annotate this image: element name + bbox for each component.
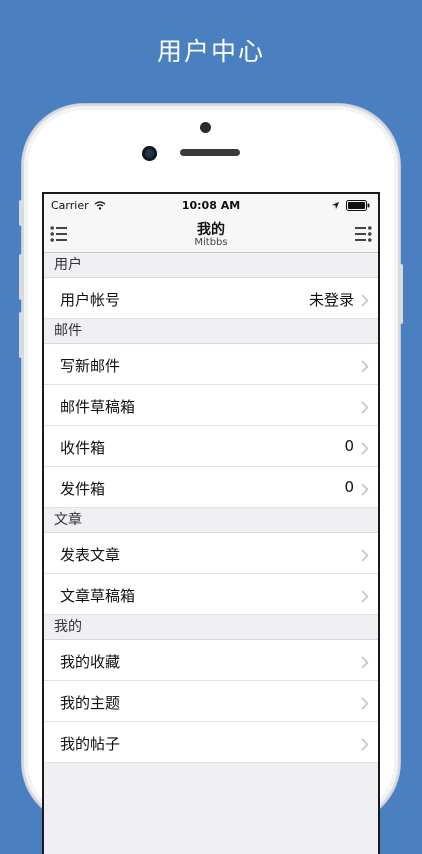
top-camera xyxy=(200,122,211,133)
phone-screen: Carrier 10:08 AM 我的 Mitbbs 用户 用户帐号 未登录 邮… xyxy=(44,194,378,854)
table-row[interactable]: 收件箱 0 xyxy=(44,426,378,467)
row-label: 我的收藏 xyxy=(60,653,121,671)
row-label: 我的主题 xyxy=(60,694,121,712)
front-camera xyxy=(142,146,157,161)
section-header: 邮件 xyxy=(44,319,378,344)
table-row[interactable]: 用户帐号 未登录 xyxy=(44,278,378,319)
row-value: 0 xyxy=(344,437,354,455)
section-header: 用户 xyxy=(44,253,378,278)
row-value: 0 xyxy=(344,478,354,496)
nav-subtitle: Mitbbs xyxy=(194,237,228,248)
status-bar: Carrier 10:08 AM xyxy=(44,194,378,216)
volume-up-button xyxy=(19,254,23,300)
chevron-right-icon xyxy=(361,654,369,673)
row-label: 邮件草稿箱 xyxy=(60,398,136,416)
table-row[interactable]: 写新邮件 xyxy=(44,344,378,385)
status-right-group xyxy=(331,200,370,211)
row-label: 发件箱 xyxy=(60,480,106,498)
section-header: 我的 xyxy=(44,615,378,640)
table-row[interactable]: 我的收藏 xyxy=(44,640,378,681)
table-row[interactable]: 邮件草稿箱 xyxy=(44,385,378,426)
nav-title: 我的 xyxy=(197,222,225,238)
promo-title: 用户中心 xyxy=(156,37,265,66)
chevron-right-icon xyxy=(361,399,369,418)
chevron-right-icon xyxy=(361,695,369,714)
settings-table: 用户用户帐号 未登录邮件写新邮件邮件草稿箱收件箱 0 发件箱 0 文章发表文章文章草稿箱我… xyxy=(44,253,378,763)
chevron-right-icon xyxy=(361,481,369,500)
row-label: 我的帖子 xyxy=(60,735,121,753)
battery-icon xyxy=(346,200,370,211)
row-label: 文章草稿箱 xyxy=(60,587,136,605)
chevron-right-icon xyxy=(361,736,369,755)
chevron-right-icon xyxy=(361,358,369,377)
volume-down-button xyxy=(19,312,23,358)
status-time: 10:08 AM xyxy=(181,199,241,212)
phone-frame: Carrier 10:08 AM 我的 Mitbbs 用户 用户帐号 未登录 邮… xyxy=(19,104,403,854)
row-value: 未登录 xyxy=(308,291,354,309)
chevron-right-icon xyxy=(361,440,369,459)
table-row[interactable]: 文章草稿箱 xyxy=(44,574,378,615)
row-label: 发表文章 xyxy=(60,546,121,564)
location-arrow-icon xyxy=(331,201,340,210)
power-button xyxy=(399,264,403,324)
mute-switch xyxy=(19,200,23,226)
chevron-right-icon xyxy=(361,292,369,311)
list-options-icon[interactable] xyxy=(354,225,372,247)
table-row[interactable]: 我的主题 xyxy=(44,681,378,722)
table-row[interactable]: 发表文章 xyxy=(44,533,378,574)
row-label: 用户帐号 xyxy=(60,291,121,309)
earpiece-speaker xyxy=(180,149,240,156)
row-label: 写新邮件 xyxy=(60,357,121,375)
row-label: 收件箱 xyxy=(60,439,106,457)
navigation-bar: 我的 Mitbbs xyxy=(44,216,378,253)
table-row[interactable]: 我的帖子 xyxy=(44,722,378,763)
section-header: 文章 xyxy=(44,508,378,533)
chevron-right-icon xyxy=(361,588,369,607)
chevron-right-icon xyxy=(361,547,369,566)
table-row[interactable]: 发件箱 0 xyxy=(44,467,378,508)
